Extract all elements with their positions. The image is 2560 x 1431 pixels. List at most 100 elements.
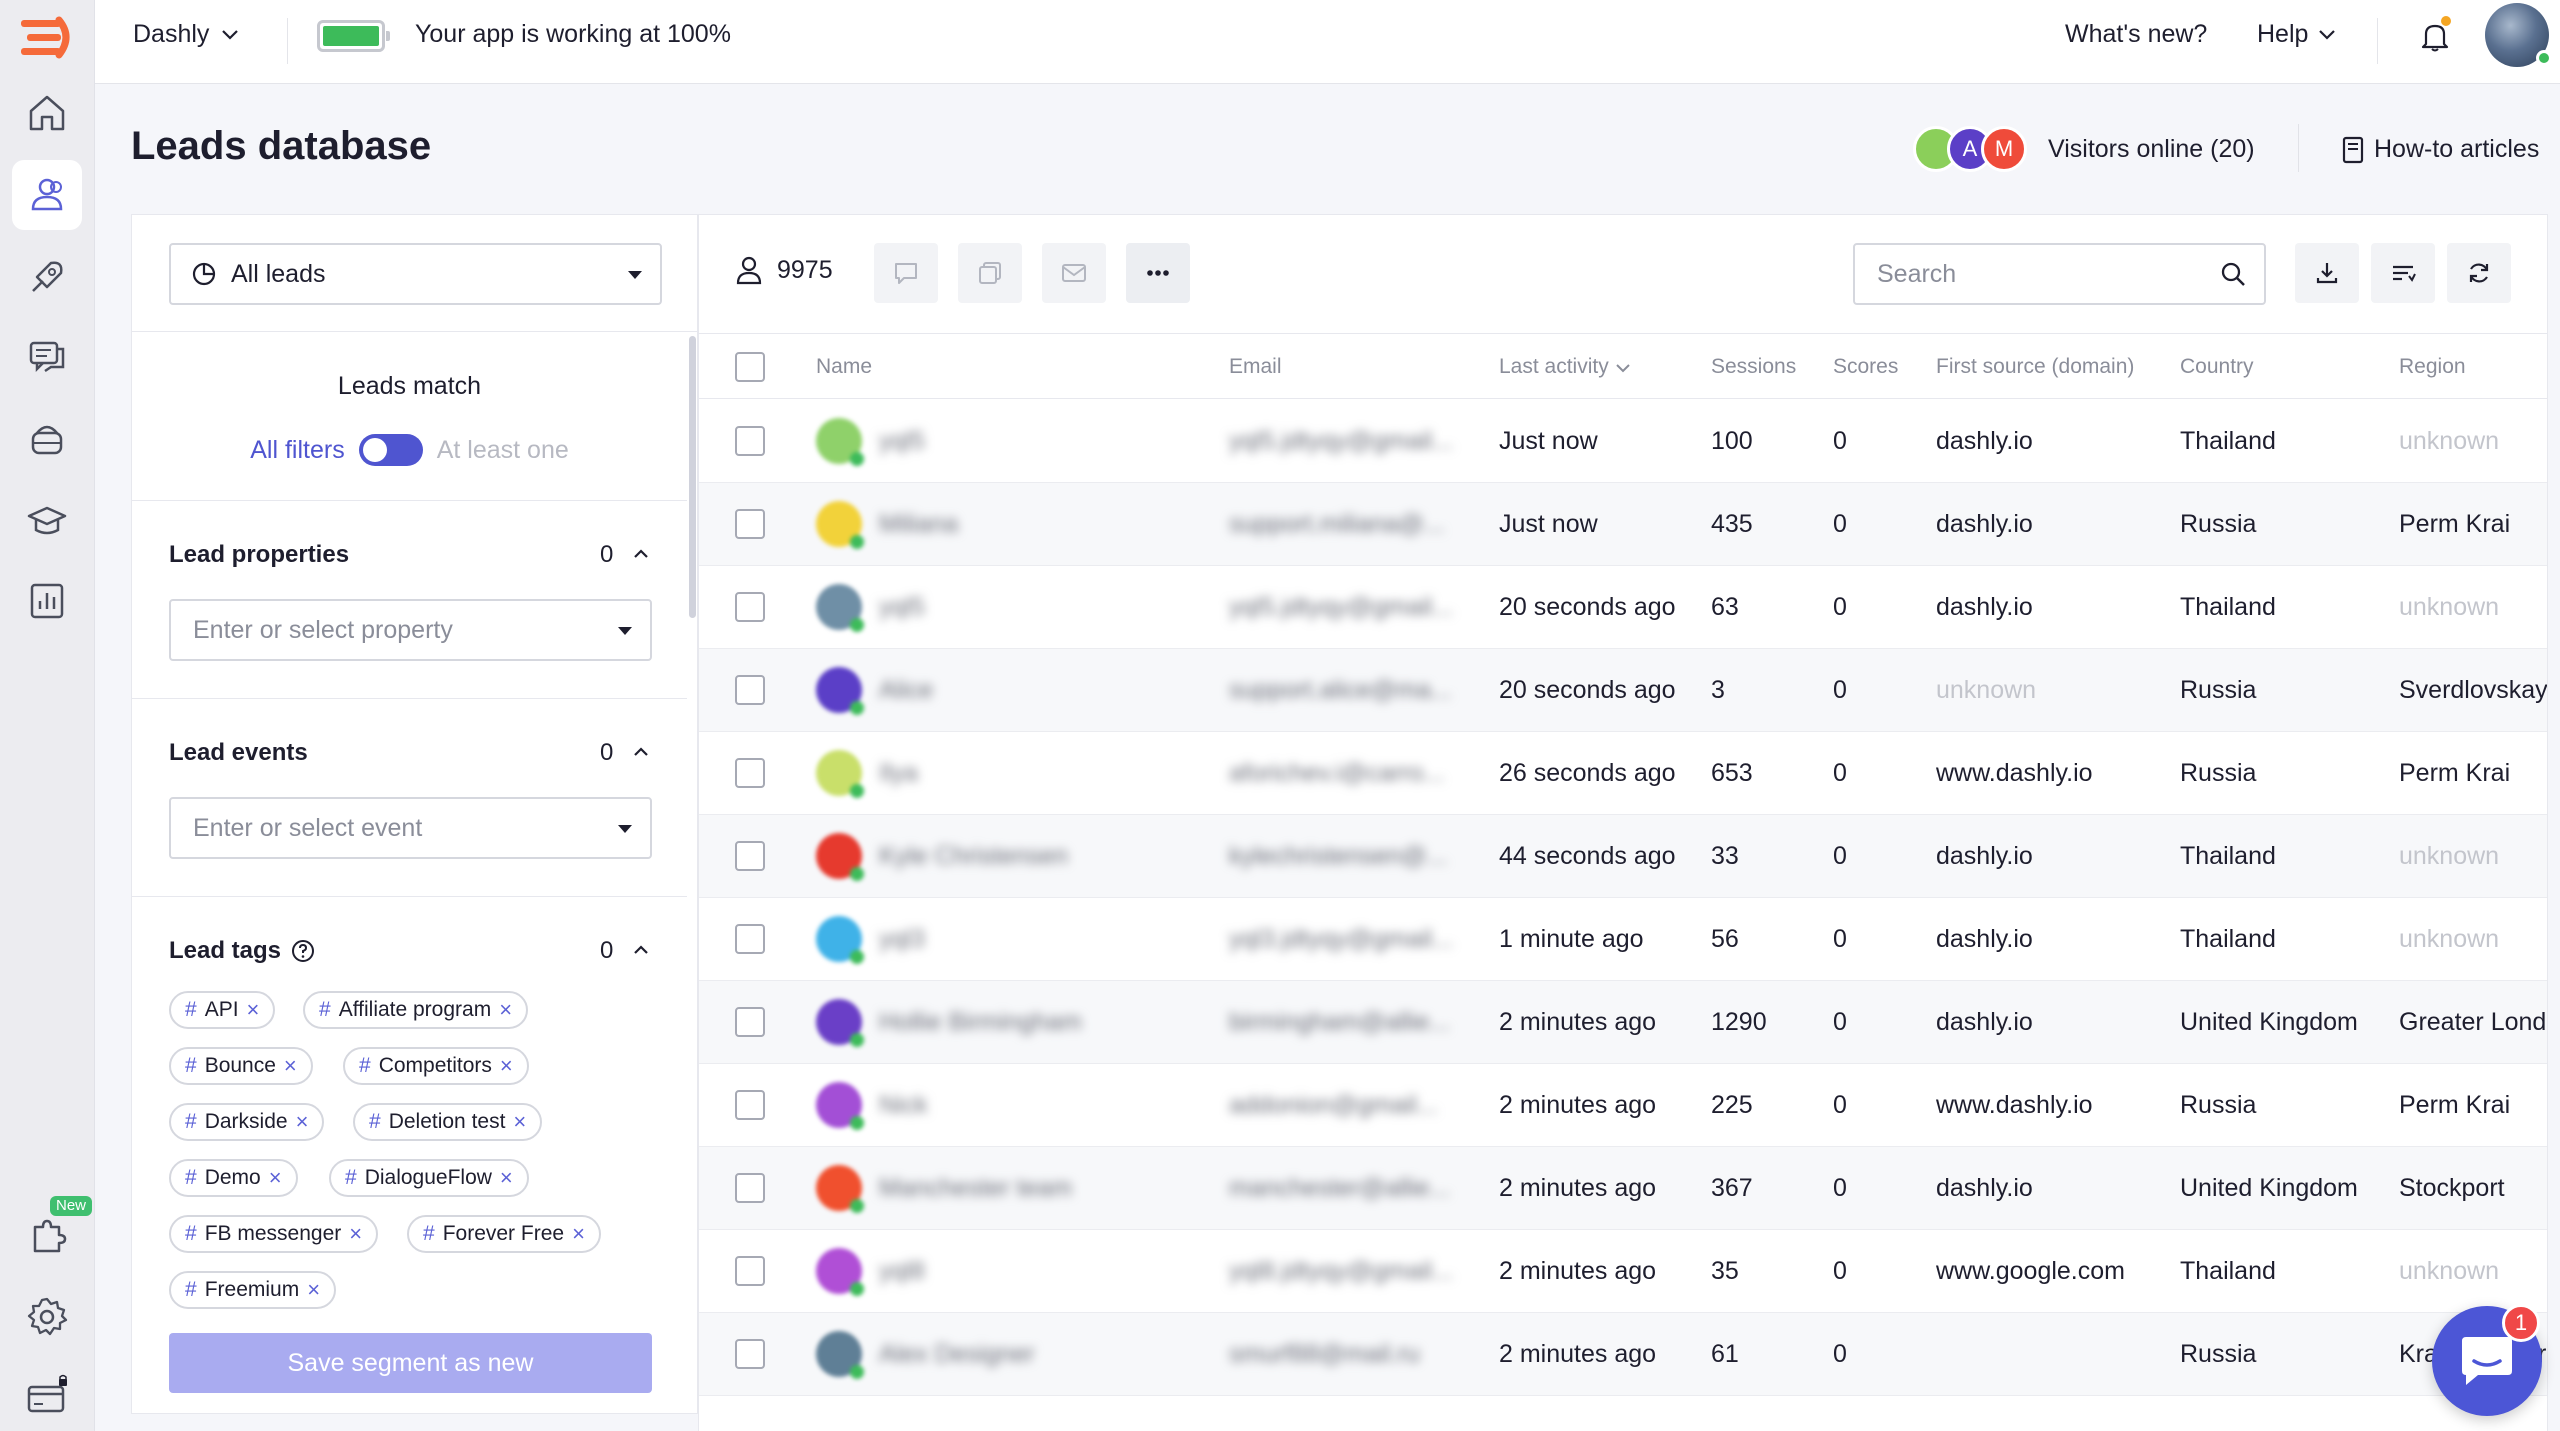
help-circle-icon[interactable]	[291, 939, 315, 963]
scrollbar[interactable]	[689, 336, 696, 618]
whats-new-link[interactable]: What's new?	[2065, 20, 2207, 49]
send-email-button[interactable]	[1042, 243, 1106, 303]
tag-chip[interactable]: # Bounce ×	[169, 1047, 313, 1085]
row-checkbox[interactable]	[735, 1339, 765, 1369]
lead-avatar[interactable]	[816, 584, 864, 632]
cell-name[interactable]: yql8	[879, 1257, 925, 1286]
table-row[interactable]: yql5 yql5.jdtyqy@gmail... 20 seconds ago 63…	[699, 566, 2547, 649]
column-header-email[interactable]: Email	[1229, 355, 1282, 379]
lead-avatar[interactable]	[816, 833, 864, 881]
table-row[interactable]: Ilya aforichev.i@carro... 26 seconds ago 65…	[699, 732, 2547, 815]
lead-avatar[interactable]	[816, 1248, 864, 1296]
table-row[interactable]: Nick addonion@gmail... 2 minutes ago 225 0 ww…	[699, 1064, 2547, 1147]
sidebar-item-academy[interactable]	[12, 485, 82, 555]
table-row[interactable]: Hollie Birmingham birmingham@allie... 2 mi…	[699, 981, 2547, 1064]
tag-chip[interactable]: # FB messenger ×	[169, 1215, 379, 1253]
column-header-region[interactable]: Region	[2399, 355, 2466, 379]
column-header-source[interactable]: First source (domain)	[1936, 355, 2134, 379]
refresh-button[interactable]	[2447, 243, 2511, 303]
sidebar-item-billing[interactable]	[12, 1362, 82, 1431]
column-header-name[interactable]: Name	[816, 355, 872, 379]
row-checkbox[interactable]	[735, 675, 765, 705]
chevron-up-icon[interactable]	[632, 941, 650, 959]
column-header-last-activity[interactable]: Last activity	[1499, 355, 1631, 379]
search-input[interactable]: Search	[1853, 243, 2266, 305]
sidebar-item-reports[interactable]	[12, 566, 82, 636]
tag-chip[interactable]: # Competitors ×	[343, 1047, 529, 1085]
tag-chip[interactable]: # API ×	[169, 991, 276, 1029]
lead-avatar[interactable]	[816, 1331, 864, 1379]
save-segment-button[interactable]: Save segment as new	[169, 1333, 652, 1393]
row-checkbox[interactable]	[735, 924, 765, 954]
remove-tag-icon[interactable]: ×	[500, 1165, 513, 1191]
lead-properties-title[interactable]: Lead properties	[169, 541, 349, 569]
sidebar-item-conversations[interactable]	[12, 322, 82, 392]
cell-name[interactable]: Miliana	[879, 510, 958, 539]
tag-chip[interactable]: # Forever Free ×	[407, 1215, 601, 1253]
cell-name[interactable]: Hollie Birmingham	[879, 1008, 1082, 1037]
help-menu[interactable]: Help	[2257, 20, 2336, 49]
lead-avatar[interactable]	[816, 1082, 864, 1130]
lead-avatar[interactable]	[816, 750, 864, 798]
lead-avatar[interactable]	[816, 667, 864, 715]
match-mode-toggle[interactable]	[358, 434, 423, 466]
property-select[interactable]: Enter or select property	[169, 599, 652, 661]
row-checkbox[interactable]	[735, 592, 765, 622]
row-checkbox[interactable]	[735, 1090, 765, 1120]
row-checkbox[interactable]	[735, 426, 765, 456]
how-to-articles-link[interactable]: How-to articles	[2342, 135, 2539, 164]
lead-tags-title[interactable]: Lead tags	[169, 937, 315, 965]
tag-chip[interactable]: # Affiliate program ×	[303, 991, 529, 1029]
table-row[interactable]: yql5 yql5.jdtyqy@gmail... Just now 100 0 dash…	[699, 400, 2547, 483]
lead-events-title[interactable]: Lead events	[169, 739, 308, 767]
row-checkbox[interactable]	[735, 1256, 765, 1286]
row-checkbox[interactable]	[735, 841, 765, 871]
cell-name[interactable]: Alice	[879, 676, 933, 705]
remove-tag-icon[interactable]: ×	[307, 1277, 320, 1303]
cell-name[interactable]: Ilya	[879, 759, 918, 788]
table-row[interactable]: Miliana support.miliana@... Just now 435 0 da…	[699, 483, 2547, 566]
sidebar-item-campaigns[interactable]	[12, 242, 82, 312]
remove-tag-icon[interactable]: ×	[499, 997, 512, 1023]
column-header-country[interactable]: Country	[2180, 355, 2254, 379]
row-checkbox[interactable]	[735, 509, 765, 539]
table-row[interactable]: Alex Designer smurf88@mail.ru 2 minutes ag…	[699, 1313, 2547, 1396]
event-select[interactable]: Enter or select event	[169, 797, 652, 859]
tag-chip[interactable]: # Deletion test ×	[353, 1103, 543, 1141]
remove-tag-icon[interactable]: ×	[284, 1053, 297, 1079]
remove-tag-icon[interactable]: ×	[296, 1109, 309, 1135]
lead-avatar[interactable]	[816, 916, 864, 964]
tag-chip[interactable]: # Demo ×	[169, 1159, 298, 1197]
lead-avatar[interactable]	[816, 1165, 864, 1213]
filters-scroll-area[interactable]: Leads match All filters At least one Lea…	[132, 331, 699, 1331]
chevron-up-icon[interactable]	[632, 545, 650, 563]
remove-tag-icon[interactable]: ×	[349, 1221, 362, 1247]
row-checkbox[interactable]	[735, 758, 765, 788]
cell-name[interactable]: Nick	[879, 1091, 928, 1120]
lead-avatar[interactable]	[816, 418, 864, 466]
tag-chip[interactable]: # Freemium ×	[169, 1271, 337, 1309]
remove-tag-icon[interactable]: ×	[500, 1053, 513, 1079]
cell-name[interactable]: Manchester team	[879, 1174, 1072, 1203]
table-row[interactable]: Manchester team manchester@allie... 2 minu…	[699, 1147, 2547, 1230]
sidebar-item-leads[interactable]	[12, 160, 82, 230]
remove-tag-icon[interactable]: ×	[247, 997, 260, 1023]
remove-tag-icon[interactable]: ×	[572, 1221, 585, 1247]
table-row[interactable]: yql8 yql8.jdtyqy@gmail... 2 minutes ago 35 0…	[699, 1230, 2547, 1313]
lead-avatar[interactable]	[816, 999, 864, 1047]
cell-name[interactable]: Alex Designer	[879, 1340, 1035, 1369]
tag-chip[interactable]: # Darkside ×	[169, 1103, 325, 1141]
sidebar-item-chatbots[interactable]	[12, 404, 82, 474]
cell-name[interactable]: Kyle Christensen	[879, 842, 1068, 871]
chevron-up-icon[interactable]	[632, 743, 650, 761]
column-header-sessions[interactable]: Sessions	[1711, 355, 1796, 379]
send-popup-button[interactable]	[958, 243, 1022, 303]
table-row[interactable]: yql3 yql3.jdtyqy@gmail... 1 minute ago 56 0 d…	[699, 898, 2547, 981]
lead-avatar[interactable]	[816, 501, 864, 549]
columns-settings-button[interactable]	[2371, 243, 2435, 303]
at-least-one-option[interactable]: At least one	[437, 436, 569, 465]
table-row[interactable]: Alice support.alice@ma... 20 seconds ago 3 0…	[699, 649, 2547, 732]
segment-select[interactable]: All leads	[169, 243, 662, 305]
table-row[interactable]: Kyle Christensen kylechristensen@... 44 se…	[699, 815, 2547, 898]
row-checkbox[interactable]	[735, 1173, 765, 1203]
